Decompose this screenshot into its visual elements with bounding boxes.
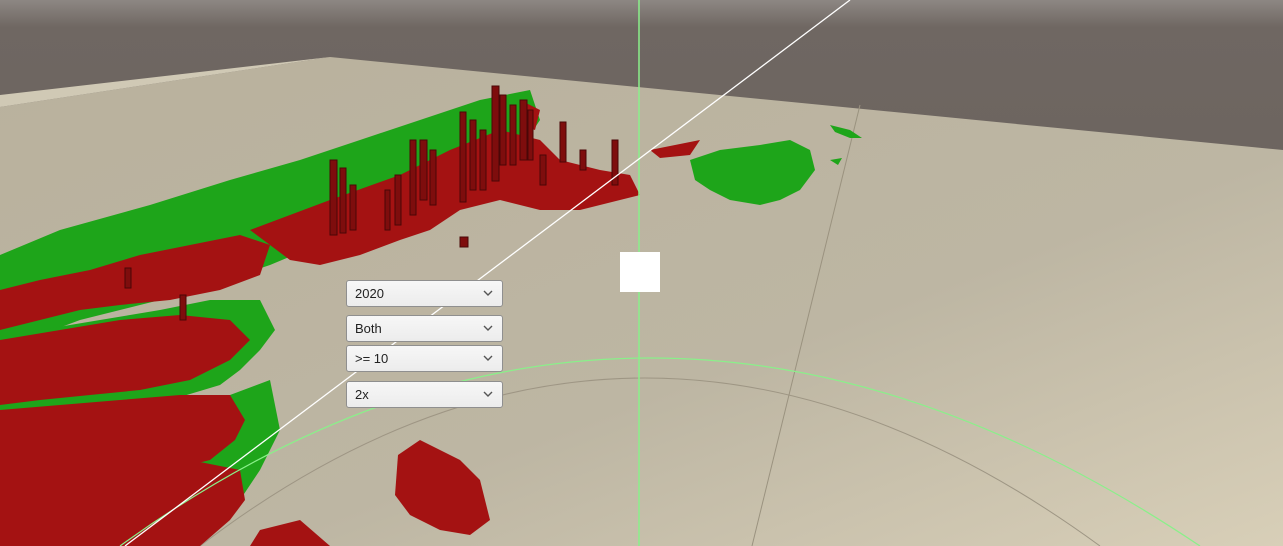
year-dropdown[interactable]: 2020 — [346, 280, 503, 307]
selection-marker[interactable] — [620, 252, 660, 292]
scale-dropdown-value: 2x — [355, 387, 369, 402]
threshold-dropdown-value: >= 10 — [355, 351, 389, 366]
chevron-down-icon — [483, 355, 493, 361]
scale-dropdown[interactable]: 2x — [346, 381, 503, 408]
chevron-down-icon — [483, 290, 493, 296]
mode-dropdown-value: Both — [355, 321, 382, 336]
mode-dropdown[interactable]: Both — [346, 315, 503, 342]
chevron-down-icon — [483, 325, 493, 331]
chevron-down-icon — [483, 391, 493, 397]
year-dropdown-value: 2020 — [355, 286, 384, 301]
threshold-dropdown[interactable]: >= 10 — [346, 345, 503, 372]
